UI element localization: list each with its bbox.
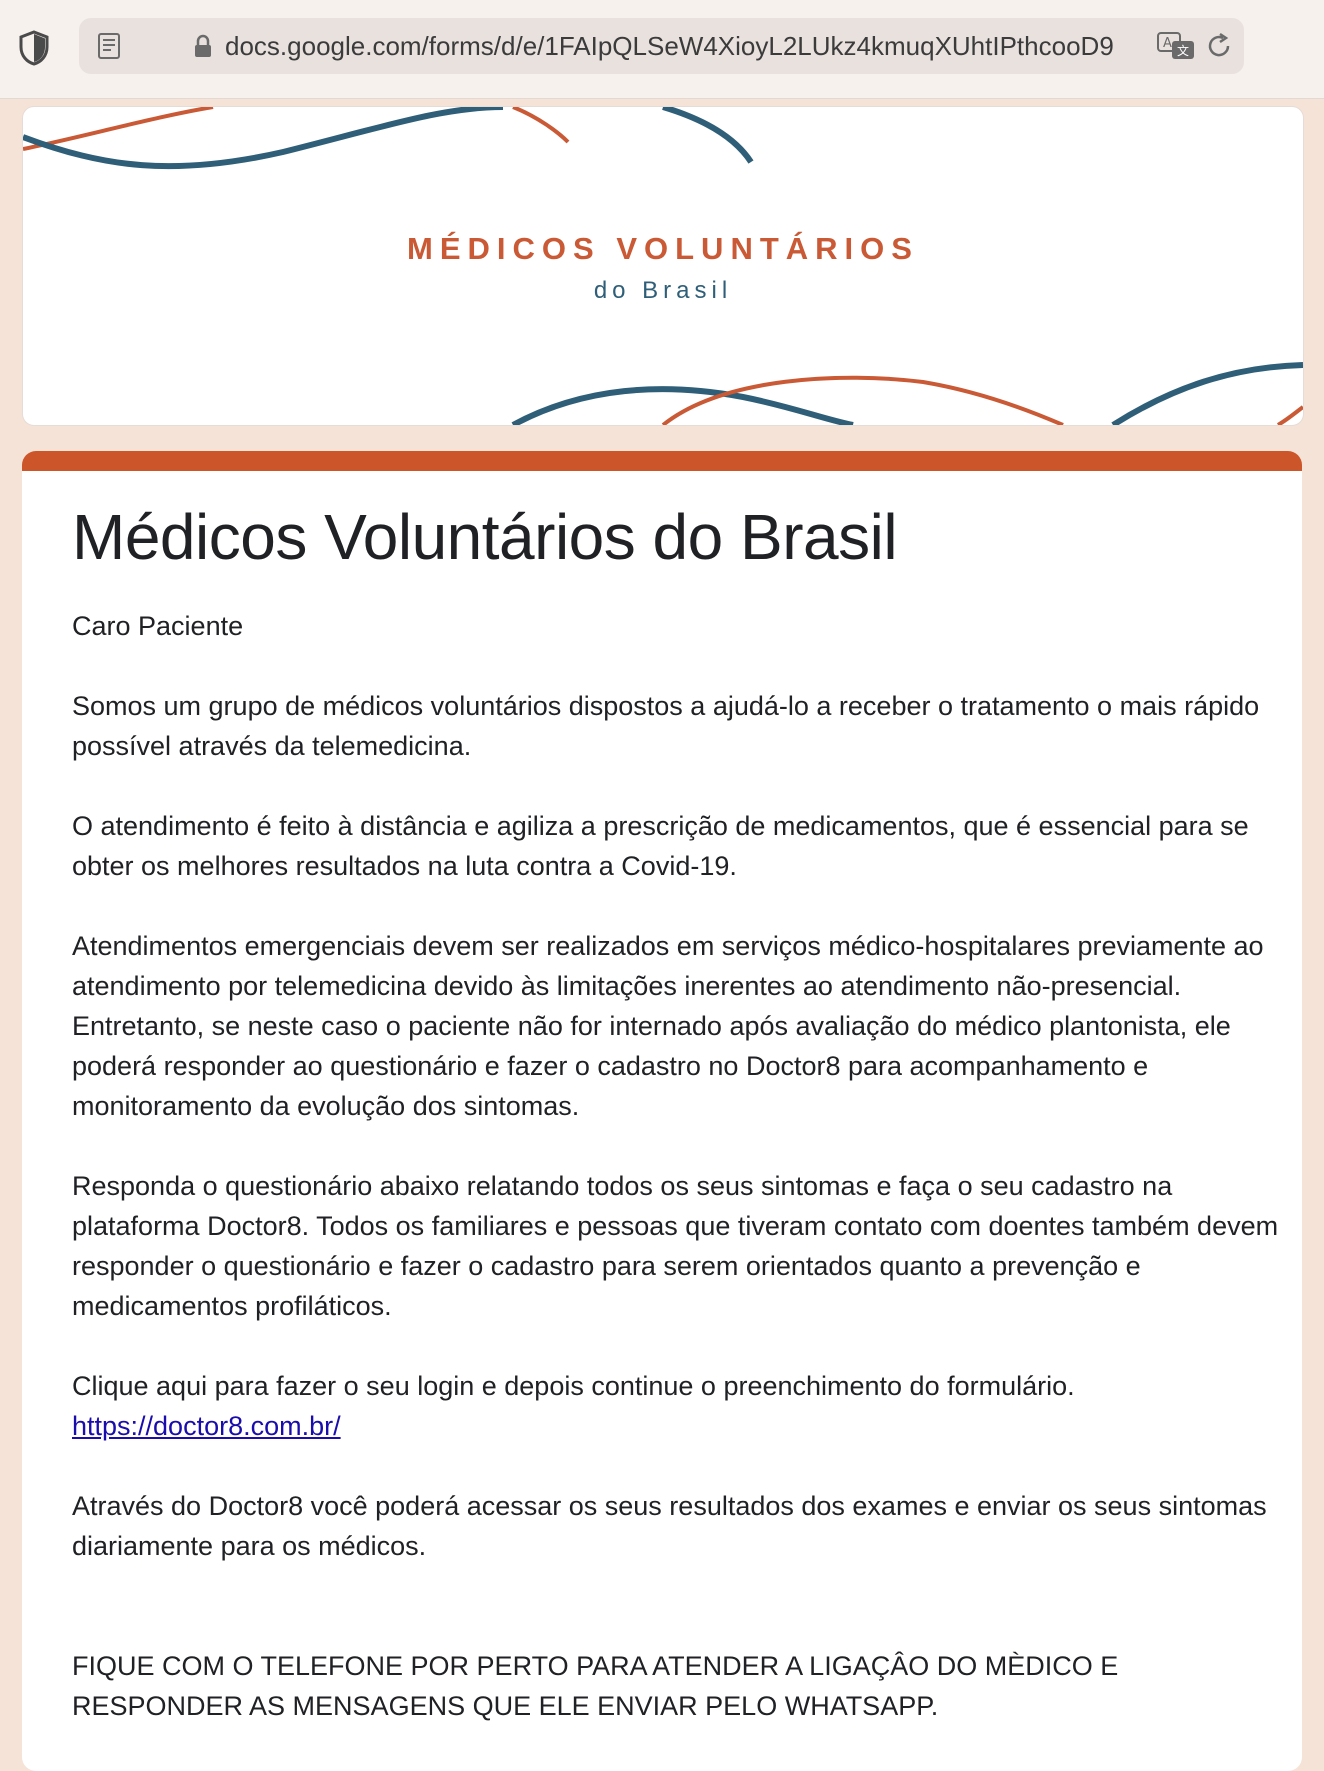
banner-title: MÉDICOS VOLUNTÁRIOS (407, 231, 919, 266)
form-description: Caro Paciente Somos um grupo de médicos … (72, 606, 1282, 1766)
lock-icon (195, 34, 211, 57)
description-paragraph-5: Clique aqui para fazer o seu login e dep… (72, 1366, 1282, 1446)
reload-icon[interactable] (1204, 31, 1234, 61)
description-paragraph-4: Responda o questionário abaixo relatando… (72, 1171, 1279, 1321)
form-banner: MÉDICOS VOLUNTÁRIOS do Brasil (22, 106, 1304, 426)
doctor8-link[interactable]: https://doctor8.com.br/ (72, 1411, 341, 1441)
form-header-card: Médicos Voluntários do Brasil Caro Pacie… (22, 451, 1302, 1771)
svg-text:文: 文 (1177, 43, 1189, 58)
description-paragraph-3: Atendimentos emergenciais devem ser real… (72, 931, 1264, 1121)
browser-toolbar: docs.google.com/forms/d/e/1FAIpQLSeW4Xio… (0, 0, 1324, 99)
url-text[interactable]: docs.google.com/forms/d/e/1FAIpQLSeW4Xio… (225, 30, 1131, 62)
reader-icon[interactable] (97, 32, 121, 60)
svg-text:A: A (1163, 36, 1172, 51)
description-paragraph-1: Somos um grupo de médicos voluntários di… (72, 691, 1260, 761)
greeting-text: Caro Paciente (72, 611, 244, 641)
address-bar[interactable]: docs.google.com/forms/d/e/1FAIpQLSeW4Xio… (79, 18, 1244, 74)
shield-icon[interactable] (18, 30, 50, 66)
description-paragraph-7: FIQUE COM O TELEFONE POR PERTO PARA ATEN… (72, 1651, 1119, 1721)
translate-icon[interactable]: A 文 (1156, 30, 1196, 62)
banner-subtitle: do Brasil (593, 277, 733, 304)
description-paragraph-6: Através do Doctor8 você poderá acessar o… (72, 1491, 1267, 1561)
login-instruction: Clique aqui para fazer o seu login e dep… (72, 1371, 1075, 1401)
description-paragraph-2: O atendimento é feito à distância e agil… (72, 811, 1249, 881)
card-accent-bar (22, 451, 1302, 471)
form-title: Médicos Voluntários do Brasil (72, 501, 898, 573)
